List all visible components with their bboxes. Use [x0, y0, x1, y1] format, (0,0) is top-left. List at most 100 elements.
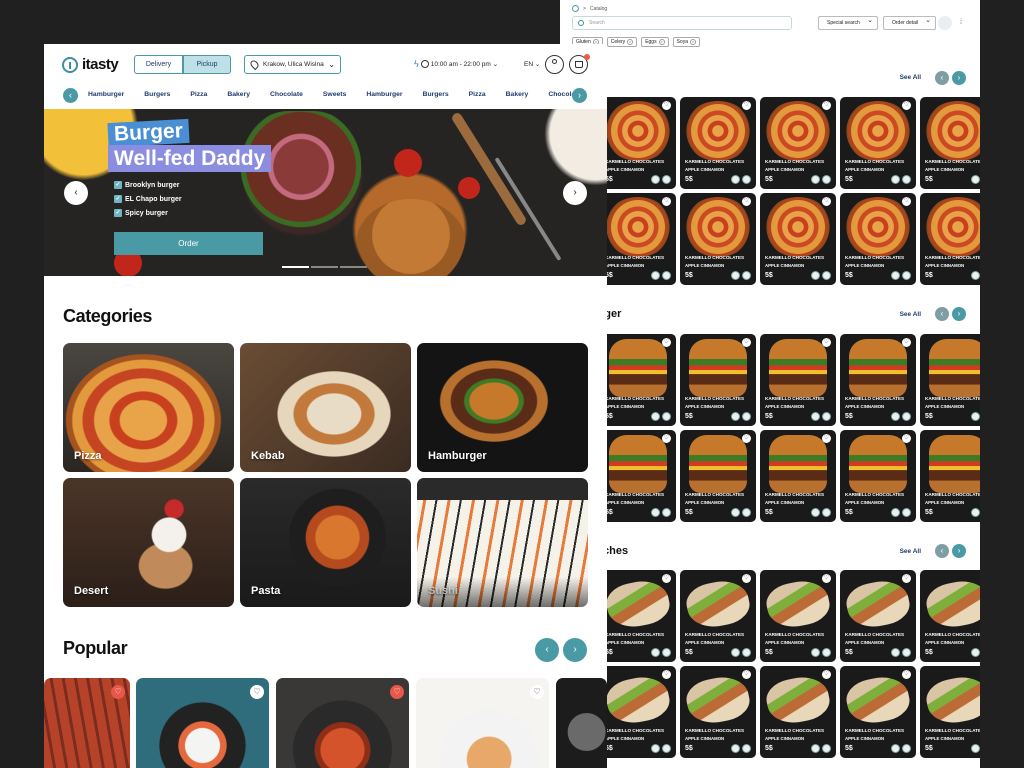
- product-card[interactable]: ♡KARMELLO CHOCOLATESAPPLE CINNAMON5$: [600, 334, 676, 426]
- product-card[interactable]: ♡KARMELLO CHOCOLATESAPPLE CINNAMON5$: [920, 193, 980, 285]
- product-card[interactable]: ♡KARMELLO CHOCOLATESAPPLE CINNAMON5$: [600, 97, 676, 189]
- category-nav-item[interactable]: Hamburger: [88, 91, 124, 98]
- heart-icon[interactable]: ♡: [902, 338, 911, 347]
- close-icon[interactable]: ×: [690, 39, 696, 45]
- home-icon[interactable]: [572, 5, 579, 12]
- filter-button[interactable]: [938, 16, 952, 30]
- product-card[interactable]: ♡KARMELLO CHOCOLATESAPPLE CINNAMON5$: [920, 666, 980, 758]
- order-detail-select[interactable]: Order detail: [883, 15, 936, 30]
- product-card[interactable]: ♡KARMELLO CHOCOLATESAPPLE CINNAMON5$: [920, 97, 980, 189]
- popular-card[interactable]: [556, 678, 607, 768]
- heart-icon[interactable]: ♡: [902, 574, 911, 583]
- delivery-button[interactable]: Delivery: [134, 55, 183, 74]
- hero-prev-button[interactable]: ‹: [64, 181, 88, 205]
- product-card[interactable]: ♡KARMELLO CHOCOLATESAPPLE CINNAMON5$: [840, 97, 916, 189]
- allergen-chip[interactable]: Eggs ×: [641, 37, 669, 47]
- grid-view-icon[interactable]: ⁞: [960, 19, 962, 26]
- special-search-select[interactable]: Special search: [818, 15, 878, 30]
- product-card[interactable]: ♡KARMELLO CHOCOLATESAPPLE CINNAMON5$: [920, 334, 980, 426]
- heart-icon[interactable]: ♡: [742, 338, 751, 347]
- popular-card[interactable]: ♡: [44, 678, 130, 768]
- heart-icon[interactable]: ♡: [250, 685, 264, 699]
- close-icon[interactable]: ×: [627, 39, 634, 45]
- product-card[interactable]: ♡KARMELLO CHOCOLATESAPPLE CINNAMON5$: [680, 97, 756, 189]
- product-card[interactable]: ♡KARMELLO CHOCOLATESAPPLE CINNAMON5$: [920, 430, 980, 522]
- heart-icon[interactable]: ♡: [822, 574, 831, 583]
- heart-icon[interactable]: ♡: [902, 434, 911, 443]
- category-card-pizza[interactable]: Pizza: [63, 343, 234, 472]
- product-card[interactable]: ♡KARMELLO CHOCOLATESAPPLE CINNAMON5$: [760, 570, 836, 662]
- prev-arrow-icon[interactable]: ‹: [935, 71, 949, 85]
- category-nav-item[interactable]: Burgers: [423, 91, 449, 98]
- next-arrow-icon[interactable]: ›: [952, 307, 966, 321]
- heart-icon[interactable]: ♡: [662, 434, 671, 443]
- heart-icon[interactable]: ♡: [390, 685, 404, 699]
- heart-icon[interactable]: ♡: [662, 338, 671, 347]
- product-card[interactable]: ♡KARMELLO CHOCOLATESAPPLE CINNAMON5$: [600, 193, 676, 285]
- category-nav-item[interactable]: Pizza: [469, 91, 486, 98]
- heart-icon[interactable]: ♡: [742, 101, 751, 110]
- product-card[interactable]: ♡KARMELLO CHOCOLATESAPPLE CINNAMON5$: [600, 570, 676, 662]
- category-nav-item[interactable]: Sweets: [323, 91, 346, 98]
- category-card-sushi[interactable]: Sushi: [417, 478, 588, 607]
- logo[interactable]: itasty: [62, 56, 119, 73]
- hero-next-button[interactable]: ›: [563, 181, 587, 205]
- next-arrow-icon[interactable]: ›: [572, 88, 587, 103]
- heart-icon[interactable]: ♡: [822, 101, 831, 110]
- category-card-desert[interactable]: Desert: [63, 478, 234, 607]
- product-card[interactable]: ♡KARMELLO CHOCOLATESAPPLE CINNAMON5$: [760, 97, 836, 189]
- allergen-chip[interactable]: Celery ×: [606, 37, 638, 47]
- pickup-button[interactable]: Pickup: [183, 55, 231, 74]
- heart-icon[interactable]: ♡: [742, 670, 751, 679]
- product-card[interactable]: ♡KARMELLO CHOCOLATESAPPLE CINNAMON5$: [760, 666, 836, 758]
- product-card[interactable]: ♡KARMELLO CHOCOLATESAPPLE CINNAMON5$: [680, 570, 756, 662]
- category-card-pasta[interactable]: Pasta: [240, 478, 411, 607]
- heart-icon[interactable]: ♡: [902, 670, 911, 679]
- see-all-link[interactable]: See All: [900, 74, 921, 81]
- prev-arrow-icon[interactable]: ‹: [63, 88, 78, 103]
- category-nav-item[interactable]: Bakery: [506, 91, 529, 98]
- heart-icon[interactable]: ♡: [822, 338, 831, 347]
- heart-icon[interactable]: ♡: [822, 670, 831, 679]
- see-all-link[interactable]: See All: [900, 311, 921, 318]
- order-button[interactable]: Order: [114, 232, 263, 255]
- product-card[interactable]: ♡KARMELLO CHOCOLATESAPPLE CINNAMON5$: [600, 666, 676, 758]
- heart-icon[interactable]: ♡: [662, 574, 671, 583]
- product-card[interactable]: ♡KARMELLO CHOCOLATESAPPLE CINNAMON5$: [840, 430, 916, 522]
- opening-hours[interactable]: ϟ 10:00 am - 22:00 pm ⌄: [414, 59, 498, 69]
- category-nav-item[interactable]: Chocolate: [270, 91, 303, 98]
- prev-arrow-icon[interactable]: ‹: [935, 544, 949, 558]
- heart-icon[interactable]: ♡: [742, 574, 751, 583]
- address-select[interactable]: Krakow, Ulica Wislna ⌄: [244, 55, 341, 74]
- heart-icon[interactable]: ♡: [902, 197, 911, 206]
- popular-card[interactable]: ♡: [416, 678, 549, 768]
- close-icon[interactable]: ×: [658, 39, 665, 45]
- category-nav-item[interactable]: Pizza: [190, 91, 207, 98]
- heart-icon[interactable]: ♡: [662, 197, 671, 206]
- language-select[interactable]: EN ⌄: [524, 60, 540, 68]
- product-card[interactable]: ♡KARMELLO CHOCOLATESAPPLE CINNAMON5$: [680, 430, 756, 522]
- category-nav-item[interactable]: Bakery: [227, 91, 250, 98]
- heart-icon[interactable]: ♡: [742, 434, 751, 443]
- heart-icon[interactable]: ♡: [662, 670, 671, 679]
- popular-prev-button[interactable]: ‹: [535, 638, 559, 662]
- carousel-dot[interactable]: [311, 266, 338, 268]
- category-nav-item[interactable]: Hamburger: [366, 91, 402, 98]
- next-arrow-icon[interactable]: ›: [952, 71, 966, 85]
- heart-icon[interactable]: ♡: [902, 101, 911, 110]
- carousel-dot[interactable]: [282, 266, 309, 268]
- carousel-dot[interactable]: [340, 266, 367, 268]
- allergen-chip[interactable]: Soya ×: [672, 37, 700, 47]
- breadcrumb-catalog[interactable]: Catalog: [590, 6, 607, 12]
- heart-icon[interactable]: ♡: [822, 434, 831, 443]
- prev-arrow-icon[interactable]: ‹: [935, 307, 949, 321]
- see-all-link[interactable]: See All: [900, 548, 921, 555]
- search-input[interactable]: Search: [572, 16, 792, 30]
- product-card[interactable]: ♡KARMELLO CHOCOLATESAPPLE CINNAMON5$: [840, 570, 916, 662]
- product-card[interactable]: ♡KARMELLO CHOCOLATESAPPLE CINNAMON5$: [680, 334, 756, 426]
- product-card[interactable]: ♡KARMELLO CHOCOLATESAPPLE CINNAMON5$: [760, 193, 836, 285]
- product-card[interactable]: ♡KARMELLO CHOCOLATESAPPLE CINNAMON5$: [760, 430, 836, 522]
- heart-icon[interactable]: ♡: [662, 101, 671, 110]
- popular-card[interactable]: ♡: [276, 678, 409, 768]
- product-card[interactable]: ♡KARMELLO CHOCOLATESAPPLE CINNAMON5$: [920, 570, 980, 662]
